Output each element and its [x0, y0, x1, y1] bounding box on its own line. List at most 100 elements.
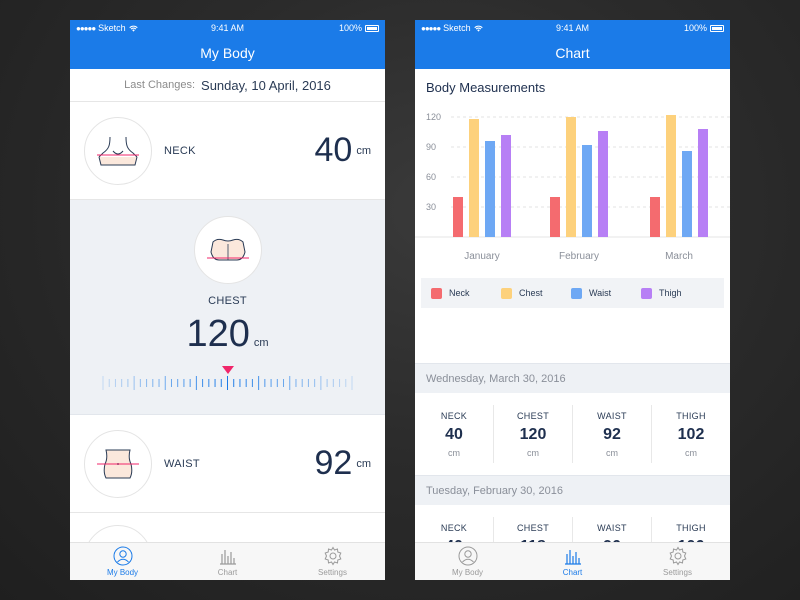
measurement-row-waist[interactable]: WAIST 92 cm	[70, 415, 385, 513]
stat-label: THIGH	[676, 410, 706, 421]
chart-title: Body Measurements	[426, 80, 546, 95]
stat-neck: NECK 40 cm	[415, 405, 494, 463]
legend-swatch	[501, 287, 512, 299]
measurement-name: NECK	[164, 144, 196, 157]
y-tick-label: 120	[426, 112, 441, 122]
tab-label: Chart	[562, 568, 583, 577]
stat-value: 92	[603, 425, 621, 443]
measurement-name: CHEST	[208, 295, 247, 307]
status-bar: ●●●●● Sketch 9:41 AM 100%	[415, 20, 730, 36]
history-date-header: Wednesday, March 30, 2016	[415, 363, 730, 393]
stat-unit: cm	[527, 447, 539, 458]
bar-chart-icon	[219, 550, 236, 565]
measurement-unit: cm	[356, 457, 371, 470]
legend-swatch	[641, 287, 652, 299]
stat-unit: cm	[685, 447, 697, 458]
tab-bar: My Body Chart Settings	[70, 542, 385, 580]
bar-neck-february	[550, 197, 560, 237]
bar-thigh-march	[698, 129, 708, 237]
stat-thigh: THIGH 102 cm	[652, 405, 730, 463]
measurement-value: 92	[314, 444, 353, 482]
measurement-name: WAIST	[164, 457, 200, 470]
stat-label: CHEST	[516, 522, 549, 533]
stat-label: THIGH	[676, 522, 706, 533]
bar-chest-march	[666, 115, 676, 237]
measurement-unit: cm	[253, 337, 269, 349]
tab-label: Chart	[217, 568, 238, 577]
y-tick-label: 90	[426, 142, 436, 152]
last-changes-bar: Last Changes: Sunday, 10 April, 2016	[70, 69, 385, 102]
legend-label: Waist	[589, 288, 612, 298]
measurement-row-neck[interactable]: NECK 40 cm	[70, 102, 385, 200]
measurement-row-partial[interactable]	[70, 513, 385, 580]
tab-my-body[interactable]: My Body	[415, 543, 520, 580]
signal-icon: ●●●●●	[76, 23, 96, 33]
stat-label: NECK	[440, 522, 468, 533]
x-tick-label: March	[665, 251, 693, 262]
bar-thigh-february	[598, 131, 608, 237]
x-tick-label: January	[464, 251, 500, 262]
history-stats-row: NECK 40 cm CHEST 120 cm WAIST 92 cm THIGH 102 cm	[415, 393, 730, 475]
legend-swatch	[431, 287, 442, 299]
bar-waist-january	[485, 141, 495, 237]
page-title: My Body	[200, 44, 255, 61]
tab-label: My Body	[106, 568, 139, 577]
stat-chest: CHEST 120 cm	[494, 405, 573, 463]
carrier-name: Sketch	[98, 23, 126, 33]
stat-label: WAIST	[597, 522, 627, 533]
y-tick-label: 60	[426, 172, 436, 182]
tab-my-body[interactable]: My Body	[70, 543, 175, 580]
nav-bar: My Body	[70, 36, 385, 69]
stat-label: WAIST	[597, 410, 627, 421]
tab-label: My Body	[451, 568, 484, 577]
bar-chart-icon	[564, 550, 581, 565]
wifi-icon	[128, 25, 138, 32]
legend-item-neck: Neck	[431, 287, 501, 299]
bar-neck-january	[453, 197, 463, 237]
waist-icon	[84, 429, 152, 498]
bar-waist-march	[682, 151, 692, 237]
status-bar: ●●●●● Sketch 9:41 AM 100%	[70, 20, 385, 36]
profile-icon	[458, 546, 477, 566]
bar-chart: 30 60 90 120 January February March	[415, 112, 730, 262]
stat-waist: WAIST 92 cm	[573, 405, 652, 463]
bar-thigh-january	[501, 135, 511, 237]
stat-value: 120	[519, 425, 547, 443]
legend-item-thigh: Thigh	[641, 287, 711, 299]
tab-settings[interactable]: Settings	[280, 543, 385, 580]
signal-icon: ●●●●●	[421, 23, 441, 33]
page-title: Chart	[555, 44, 590, 61]
stat-label: NECK	[440, 410, 468, 421]
legend-label: Neck	[449, 288, 470, 298]
x-tick-label: February	[559, 251, 599, 262]
tab-label: Settings	[318, 568, 347, 577]
value-ruler-slider[interactable]	[100, 360, 355, 394]
tab-settings[interactable]: Settings	[625, 543, 730, 580]
stat-unit: cm	[448, 447, 460, 458]
chest-icon	[194, 216, 262, 284]
legend-label: Chest	[519, 288, 543, 298]
legend-swatch	[571, 287, 582, 299]
stat-label: CHEST	[516, 410, 549, 421]
ruler-marker-icon	[222, 366, 234, 374]
bar-chest-february	[566, 117, 576, 237]
nav-bar: Chart	[415, 36, 730, 69]
legend-item-chest: Chest	[501, 287, 571, 299]
tab-chart[interactable]: Chart	[520, 543, 625, 580]
stat-unit: cm	[606, 447, 618, 458]
gear-icon	[669, 546, 686, 566]
carrier-name: Sketch	[443, 23, 471, 33]
tab-label: Settings	[663, 568, 692, 577]
bar-neck-march	[650, 197, 660, 237]
y-tick-label: 30	[426, 202, 436, 212]
profile-icon	[113, 546, 132, 566]
gear-icon	[324, 546, 341, 566]
tab-chart[interactable]: Chart	[175, 543, 280, 580]
bar-waist-february	[582, 145, 592, 237]
measurement-editor-chest: CHEST 120 cm	[70, 200, 385, 415]
stat-value: 102	[677, 425, 705, 443]
measurement-value: 40	[314, 131, 353, 169]
legend-item-waist: Waist	[571, 287, 641, 299]
battery-icon	[710, 24, 724, 32]
battery-percent: 100%	[683, 23, 707, 33]
